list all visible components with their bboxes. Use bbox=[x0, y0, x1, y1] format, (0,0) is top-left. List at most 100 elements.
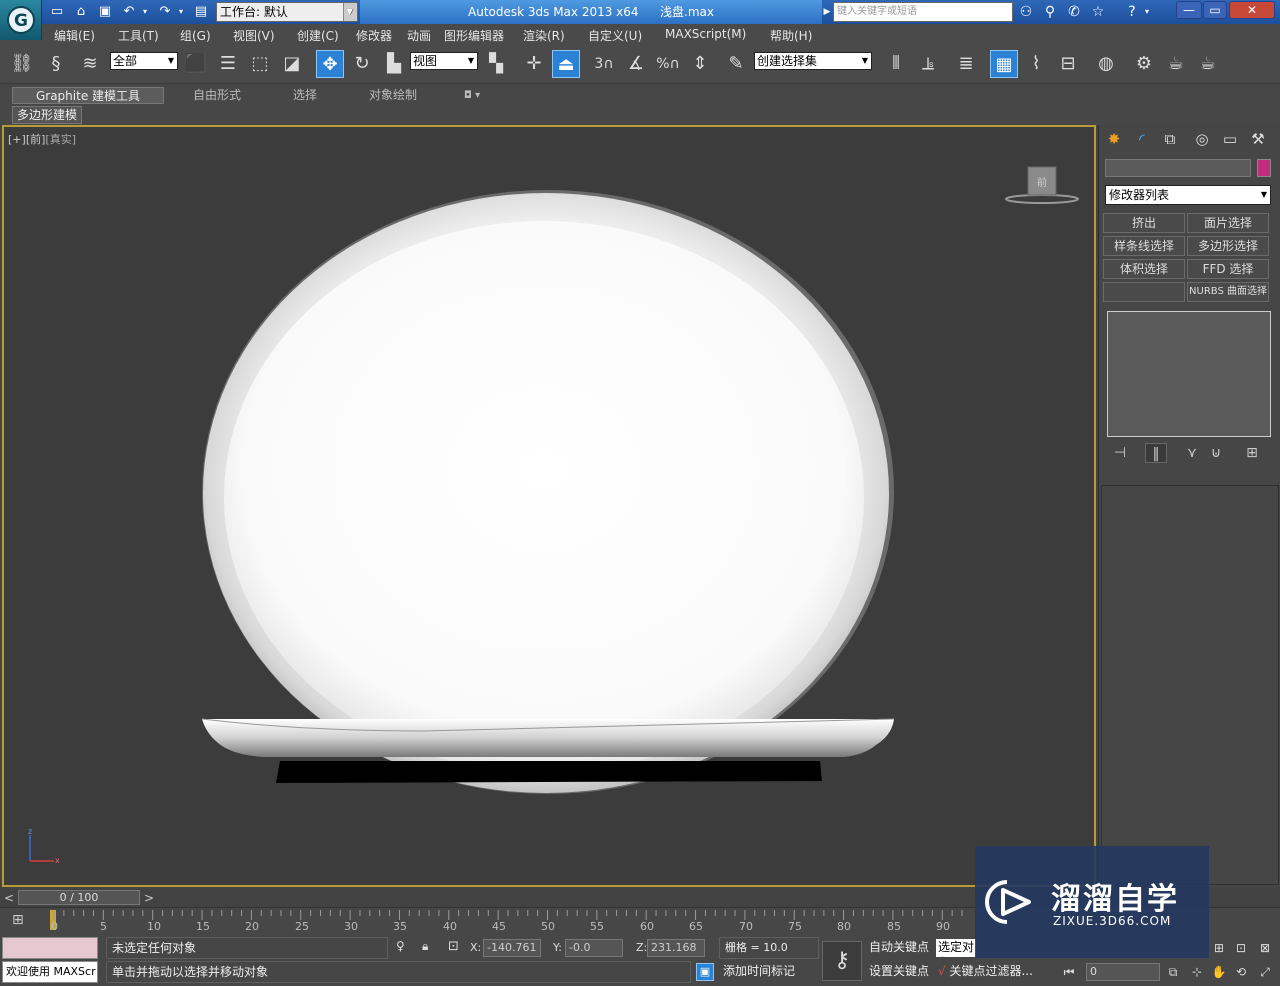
undo-dropdown-icon[interactable]: ▾ bbox=[140, 3, 150, 21]
menu-maxscript[interactable]: MAXScript(M) bbox=[665, 27, 746, 41]
menu-create[interactable]: 创建(C) bbox=[297, 27, 339, 44]
plate-model[interactable] bbox=[4, 127, 1094, 885]
search-expand-icon[interactable]: ▶ bbox=[822, 3, 832, 21]
search-input[interactable]: 键入关键字或短语 bbox=[833, 2, 1013, 22]
menu-group[interactable]: 组(G) bbox=[180, 27, 211, 44]
angle-snap-icon[interactable]: ∡ bbox=[622, 50, 650, 78]
graphite-toggle-icon[interactable]: ▦ bbox=[990, 50, 1018, 78]
mirror-icon[interactable]: ⫴ bbox=[882, 50, 910, 78]
help-icon[interactable]: ? bbox=[1122, 3, 1142, 21]
time-slider[interactable]: 0 / 100 bbox=[18, 890, 140, 905]
time-next-button[interactable]: > bbox=[142, 889, 156, 907]
zoom-all-icon[interactable]: ⊞ bbox=[1210, 939, 1228, 957]
make-unique-icon[interactable]: ⋎ bbox=[1181, 443, 1203, 463]
communication-icon[interactable]: ✆ bbox=[1064, 3, 1084, 21]
selection-lock-icon[interactable]: 🔒︎ bbox=[422, 939, 436, 957]
rendered-frame-window-icon[interactable]: ☕ bbox=[1162, 50, 1190, 78]
favorites-star-icon[interactable]: ☆ bbox=[1088, 3, 1108, 21]
y-coordinate-field[interactable]: -0.0 bbox=[565, 939, 623, 957]
tab-freeform[interactable]: 自由形式 bbox=[193, 87, 241, 104]
menu-help[interactable]: 帮助(H) bbox=[770, 27, 812, 44]
key-selection-dropdown[interactable]: 选定对象 bbox=[936, 939, 976, 957]
orbit-icon[interactable]: ⟲ bbox=[1232, 963, 1250, 981]
display-tab-icon[interactable]: ▭ bbox=[1217, 128, 1243, 150]
nurbs-surface-select-button[interactable]: NURBS 曲面选择 bbox=[1187, 282, 1269, 302]
extrude-button[interactable]: 挤出 bbox=[1103, 213, 1185, 233]
layer-manager-icon[interactable]: ≣ bbox=[952, 50, 980, 78]
select-rotate-icon[interactable]: ↻ bbox=[348, 50, 376, 78]
app-logo-button[interactable]: G bbox=[0, 0, 42, 40]
modifier-list-dropdown[interactable]: 修改器列表 ▼ bbox=[1105, 185, 1271, 205]
utilities-tab-icon[interactable]: ⚒ bbox=[1245, 128, 1271, 150]
key-filters-button[interactable]: √ 关键点过滤器... bbox=[938, 961, 1050, 983]
ref-coord-dropdown[interactable]: 视图 ▼ bbox=[410, 52, 478, 70]
material-editor-icon[interactable]: ◍ bbox=[1092, 50, 1120, 78]
ribbon-options-icon[interactable]: ◘ ▾ bbox=[464, 87, 480, 104]
open-file-icon[interactable]: ⌂ bbox=[72, 3, 90, 21]
link-icon[interactable]: ⛓ bbox=[8, 50, 36, 78]
front-viewport[interactable]: [+][前][真实] 前 z x bbox=[2, 125, 1096, 887]
workspace-dropdown[interactable]: 工作台: 默认 ▼ bbox=[216, 2, 358, 22]
hierarchy-tab-icon[interactable]: ⧉ bbox=[1157, 128, 1183, 150]
named-selection-dropdown[interactable]: 创建选择集 ▼ bbox=[754, 52, 872, 70]
set-key-icon[interactable]: ⚷ bbox=[822, 941, 862, 981]
configure-modifier-sets-icon[interactable]: ⊞ bbox=[1241, 443, 1263, 463]
zoom-extents-all-icon[interactable]: ⊠ bbox=[1256, 939, 1274, 957]
tab-graphite-modeling[interactable]: Graphite 建模工具 bbox=[12, 87, 164, 104]
project-folder-icon[interactable]: ▤ bbox=[192, 3, 210, 21]
adaptive-degradation-icon[interactable]: ▣ bbox=[696, 963, 714, 981]
percent-snap-icon[interactable]: %∩ bbox=[654, 50, 682, 78]
volume-select-button[interactable]: 体积选择 bbox=[1103, 259, 1185, 279]
menu-rendering[interactable]: 渲染(R) bbox=[523, 27, 565, 44]
restore-button[interactable]: ▭ bbox=[1203, 1, 1227, 19]
field-of-view-icon[interactable]: ⊹ bbox=[1188, 963, 1206, 981]
edit-named-selection-icon[interactable]: ✎ bbox=[722, 50, 750, 78]
maxscript-listener-mini[interactable] bbox=[2, 937, 98, 959]
modifier-stack[interactable] bbox=[1107, 311, 1271, 437]
tab-object-paint[interactable]: 对象绘制 bbox=[369, 87, 417, 104]
render-setup-icon[interactable]: ⚙ bbox=[1130, 50, 1158, 78]
maximize-viewport-icon[interactable]: ⤢ bbox=[1256, 963, 1274, 981]
unlink-icon[interactable]: § bbox=[42, 50, 70, 78]
auto-key-button[interactable]: 自动关键点 bbox=[866, 937, 932, 959]
pivot-center-icon[interactable]: ▚ bbox=[482, 50, 510, 78]
maxscript-welcome[interactable]: 欢迎使用 MAXScr bbox=[2, 961, 98, 983]
help-dropdown-icon[interactable]: ▾ bbox=[1142, 3, 1152, 21]
pin-stack-icon[interactable]: ⊣ bbox=[1109, 443, 1131, 463]
empty-modifier-button[interactable] bbox=[1103, 282, 1185, 302]
isolate-bulb-icon[interactable]: ♀ bbox=[396, 939, 410, 957]
window-crossing-icon[interactable]: ◪ bbox=[278, 50, 306, 78]
time-config-icon[interactable]: ⧉ bbox=[1164, 963, 1182, 981]
render-teapot-icon[interactable]: ☕ bbox=[1194, 50, 1222, 78]
spline-select-button[interactable]: 样条线选择 bbox=[1103, 236, 1185, 256]
tab-polygon-modeling[interactable]: 多边形建模 bbox=[12, 106, 83, 124]
new-file-icon[interactable]: ▭ bbox=[48, 3, 66, 21]
rect-selection-icon[interactable]: ⬚ bbox=[246, 50, 274, 78]
menu-tools[interactable]: 工具(T) bbox=[118, 27, 159, 44]
align-icon[interactable]: ⫡ bbox=[914, 50, 942, 78]
close-button[interactable]: ✕ bbox=[1229, 1, 1275, 19]
redo-dropdown-icon[interactable]: ▾ bbox=[176, 3, 186, 21]
manipulate-icon[interactable]: ✛ bbox=[520, 50, 548, 78]
select-move-icon[interactable]: ✥ bbox=[316, 50, 344, 78]
bind-space-warp-icon[interactable]: ≋ bbox=[76, 50, 104, 78]
spinner-snap-icon[interactable]: ⇕ bbox=[686, 50, 714, 78]
minimize-button[interactable]: — bbox=[1176, 1, 1202, 19]
set-key-button[interactable]: 设置关键点 bbox=[866, 961, 932, 983]
select-object-icon[interactable]: ⬛ bbox=[182, 50, 210, 78]
menu-animation[interactable]: 动画 bbox=[407, 27, 431, 44]
viewcube[interactable]: 前 bbox=[1004, 165, 1080, 207]
menu-graph-editors[interactable]: 图形编辑器 bbox=[444, 27, 504, 44]
pan-hand-icon[interactable]: ✋ bbox=[1210, 963, 1228, 981]
select-scale-icon[interactable]: ▙ bbox=[380, 50, 408, 78]
patch-select-button[interactable]: 面片选择 bbox=[1187, 213, 1269, 233]
remove-modifier-icon[interactable]: ⊍ bbox=[1205, 443, 1227, 463]
binoculars-icon[interactable]: ⚇ bbox=[1016, 3, 1036, 21]
time-prev-button[interactable]: < bbox=[2, 889, 16, 907]
poly-select-button[interactable]: 多边形选择 bbox=[1187, 236, 1269, 256]
modify-tab-icon[interactable]: ◜ bbox=[1129, 128, 1155, 150]
key-mode-toggle-icon[interactable]: ⏮ bbox=[1060, 963, 1078, 981]
subscription-icon[interactable]: ⚲ bbox=[1040, 3, 1060, 21]
schematic-view-icon[interactable]: ⊟ bbox=[1054, 50, 1082, 78]
zoom-extents-icon[interactable]: ⊡ bbox=[1232, 939, 1250, 957]
